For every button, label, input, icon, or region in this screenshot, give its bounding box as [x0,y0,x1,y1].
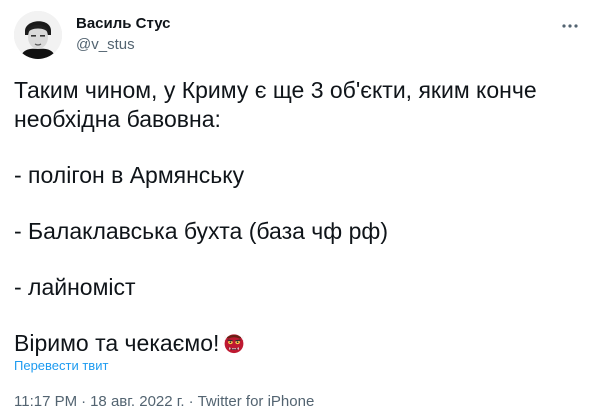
tweet-time[interactable]: 11:17 PM [14,393,77,410]
tweet-text-line: - полігон в Армянську [14,162,245,188]
tweet-text-last-line: Віримо та чекаємо! [14,329,574,357]
avatar[interactable] [14,11,62,59]
more-dots-icon [562,24,578,28]
meta-separator: · [81,393,87,410]
tweet-text-line: необхідна бавовна: [14,106,221,132]
tweet-text-line: - Балаклавська бухта (база чф рф) [14,218,388,244]
tweet-meta: 11:17 PM · 18 авг. 2022 г. · Twitter for iPh… [14,392,314,412]
tweet-card: Василь Стус @v_stus Таким чином, у Криму… [0,0,589,418]
ogre-face-icon [224,334,245,354]
author-handle[interactable]: @v_stus [76,35,135,55]
meta-separator: · [188,393,194,410]
more-options-button[interactable] [558,14,582,38]
tweet-text-line: - лайноміст [14,274,136,300]
author-name[interactable]: Василь Стус [76,14,171,34]
translate-tweet-link[interactable]: Перевести твит [14,358,108,374]
tweet-source: Twitter for iPhone [197,393,315,410]
avatar-portrait-icon [14,11,62,59]
tweet-text-line: Віримо та чекаємо! [14,330,220,356]
tweet-text-line: Таким чином, у Криму є ще 3 об'єкти, яки… [14,77,537,103]
tweet-date[interactable]: 18 авг. 2022 г. [90,393,184,410]
